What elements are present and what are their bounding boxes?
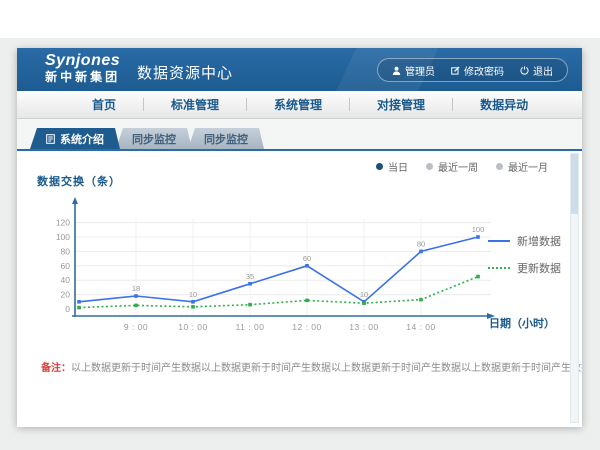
footnote: 备注：以上数据更新于时间产生数据以上数据更新于时间产生数据以上数据更新于时间产生… [17, 359, 582, 374]
page-title: 数据资源中心 [137, 62, 233, 83]
svg-text:60: 60 [61, 261, 71, 271]
user-toolbar: 管理员 修改密码 退出 [377, 58, 568, 82]
legend-item-new-data[interactable]: 新增数据 [488, 233, 561, 249]
radio-dot-icon [496, 163, 503, 170]
screen: Synjones 新中新集团 数据资源中心 管理员 修改密码 退出 [0, 0, 600, 450]
tab-system-intro[interactable]: 系统介绍 [30, 128, 120, 149]
edit-icon [451, 66, 460, 75]
panel-scrollbar[interactable] [570, 153, 579, 423]
logout-button[interactable]: 退出 [520, 63, 553, 78]
legend-item-update-data[interactable]: 更新数据 [488, 260, 561, 276]
nav-item-standard-mgmt[interactable]: 标准管理 [144, 96, 246, 113]
svg-text:13 : 00: 13 : 00 [349, 322, 379, 332]
svg-text:35: 35 [246, 272, 254, 281]
svg-text:9 : 00: 9 : 00 [124, 322, 148, 332]
range-option-last-month[interactable]: 最近一月 [496, 159, 548, 174]
radio-dot-icon [426, 163, 433, 170]
svg-text:18: 18 [132, 284, 140, 293]
admin-user-button[interactable]: 管理员 [392, 63, 435, 78]
tab-bar: 系统介绍 同步监控 同步监控 [17, 128, 582, 149]
svg-text:12 : 00: 12 : 00 [292, 322, 322, 332]
svg-text:0: 0 [65, 304, 70, 314]
range-filter-group: 当日 最近一周 最近一月 [376, 159, 548, 174]
app-window: Synjones 新中新集团 数据资源中心 管理员 修改密码 退出 [17, 48, 582, 426]
app-header: Synjones 新中新集团 数据资源中心 管理员 修改密码 退出 [17, 48, 582, 91]
legend-line-sample [488, 240, 510, 242]
scrollbar-thumb[interactable] [571, 154, 578, 214]
chart-legend: 新增数据 更新数据 [488, 233, 561, 287]
svg-text:80: 80 [417, 239, 425, 248]
x-axis-title: 日期（小时） [489, 315, 555, 331]
power-icon [520, 66, 529, 75]
svg-text:20: 20 [61, 290, 71, 300]
nav-item-interface-mgmt[interactable]: 对接管理 [350, 96, 452, 113]
svg-text:60: 60 [303, 254, 311, 263]
logo-company: 新中新集团 [45, 70, 120, 85]
svg-text:14 : 00: 14 : 00 [406, 322, 436, 332]
content-panel: 当日 最近一周 最近一月 数据交换（条） 0 20 40 60 80 100 120 9 : … [17, 149, 582, 427]
svg-text:100: 100 [472, 225, 485, 234]
svg-text:11 : 00: 11 : 00 [236, 322, 265, 332]
svg-text:10: 10 [360, 290, 368, 299]
radio-dot-icon [376, 163, 383, 170]
tab-sync-monitor-1[interactable]: 同步监控 [116, 128, 192, 149]
svg-text:10: 10 [189, 290, 197, 299]
y-axis-title: 数据交换（条） [37, 173, 121, 189]
range-option-last-week[interactable]: 最近一周 [426, 159, 478, 174]
logo-brand: Synjones [45, 52, 120, 70]
document-icon [46, 134, 55, 144]
user-icon [392, 66, 401, 75]
range-option-today[interactable]: 当日 [376, 159, 408, 174]
footnote-text: 以上数据更新于时间产生数据以上数据更新于时间产生数据以上数据更新于时间产生数据以… [71, 363, 582, 374]
svg-text:10 : 00: 10 : 00 [178, 322, 208, 332]
tab-gap [17, 119, 582, 128]
main-nav: 首页 标准管理 系统管理 对接管理 数据异动 [17, 91, 582, 119]
svg-text:100: 100 [56, 232, 70, 242]
svg-text:120: 120 [56, 218, 70, 228]
company-logo: Synjones 新中新集团 [45, 52, 120, 85]
svg-text:80: 80 [61, 246, 71, 256]
change-password-button[interactable]: 修改密码 [451, 63, 504, 78]
nav-item-system-mgmt[interactable]: 系统管理 [247, 96, 349, 113]
tab-sync-monitor-2[interactable]: 同步监控 [188, 128, 264, 149]
svg-text:40: 40 [61, 275, 71, 285]
legend-line-sample [488, 267, 510, 269]
nav-item-data-change[interactable]: 数据异动 [453, 96, 555, 113]
line-chart: 0 20 40 60 80 100 120 9 : 00 10 : 00 11 : 00 12 : … [39, 189, 509, 339]
nav-item-home[interactable]: 首页 [65, 96, 143, 113]
footnote-label: 备注： [41, 363, 71, 374]
